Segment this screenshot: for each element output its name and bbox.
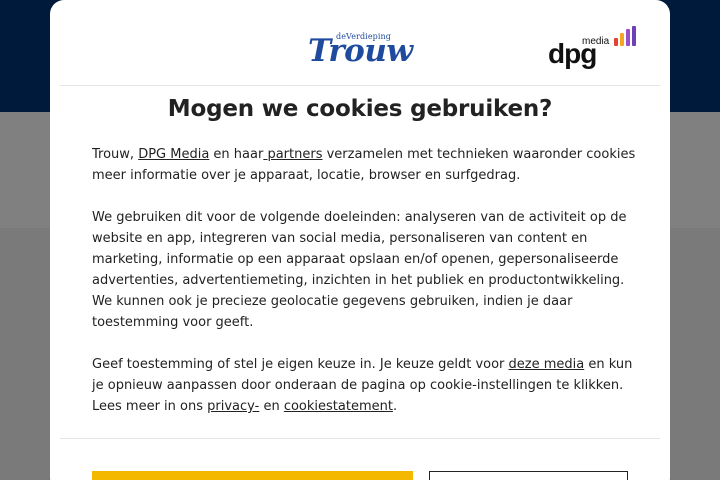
dpg-wordmark: dpg [548, 38, 597, 69]
trouw-logo: deVerdieping Trouw [308, 32, 440, 72]
dpg-media-link[interactable]: DPG Media [138, 147, 209, 162]
dpg-bar-2 [620, 33, 624, 46]
consent-text-3: en [259, 399, 284, 414]
modal-body: Trouw, DPG Media en haar partners verzam… [92, 144, 638, 438]
privacy-link[interactable]: privacy- [207, 399, 259, 414]
dpg-bar-3 [626, 29, 630, 46]
dpg-bar-1 [614, 38, 618, 46]
consent-text-4: . [392, 399, 398, 414]
dpg-media-logo: media dpg [548, 24, 638, 72]
trouw-wordmark: Trouw [308, 33, 413, 69]
consent-paragraph: Geef toestemming of stel je eigen keuze … [92, 354, 638, 417]
intro-text-1: Trouw, [92, 147, 139, 162]
purposes-paragraph: We gebruiken dit voor de volgende doelei… [92, 210, 627, 330]
consent-text-1: Geef toestemming of stel je eigen keuze … [92, 357, 509, 372]
dpg-bars-icon [614, 26, 636, 46]
cookie-consent-modal: deVerdieping Trouw media dpg Mogen we co… [50, 0, 670, 480]
these-media-link[interactable]: deze media [509, 357, 585, 372]
settings-button[interactable] [429, 471, 628, 480]
accept-button[interactable] [92, 471, 413, 480]
modal-divider [60, 438, 660, 439]
partners-link[interactable]: partners [263, 147, 322, 162]
modal-title: Mogen we cookies gebruiken? [167, 96, 553, 122]
dpg-bar-4 [632, 26, 636, 46]
intro-text-2: en haar [209, 147, 264, 162]
intro-paragraph: Trouw, DPG Media en haar partners verzam… [92, 144, 638, 186]
cookie-statement-link[interactable]: cookiestatement [284, 399, 393, 414]
modal-logo-row: deVerdieping Trouw media dpg [60, 0, 660, 86]
